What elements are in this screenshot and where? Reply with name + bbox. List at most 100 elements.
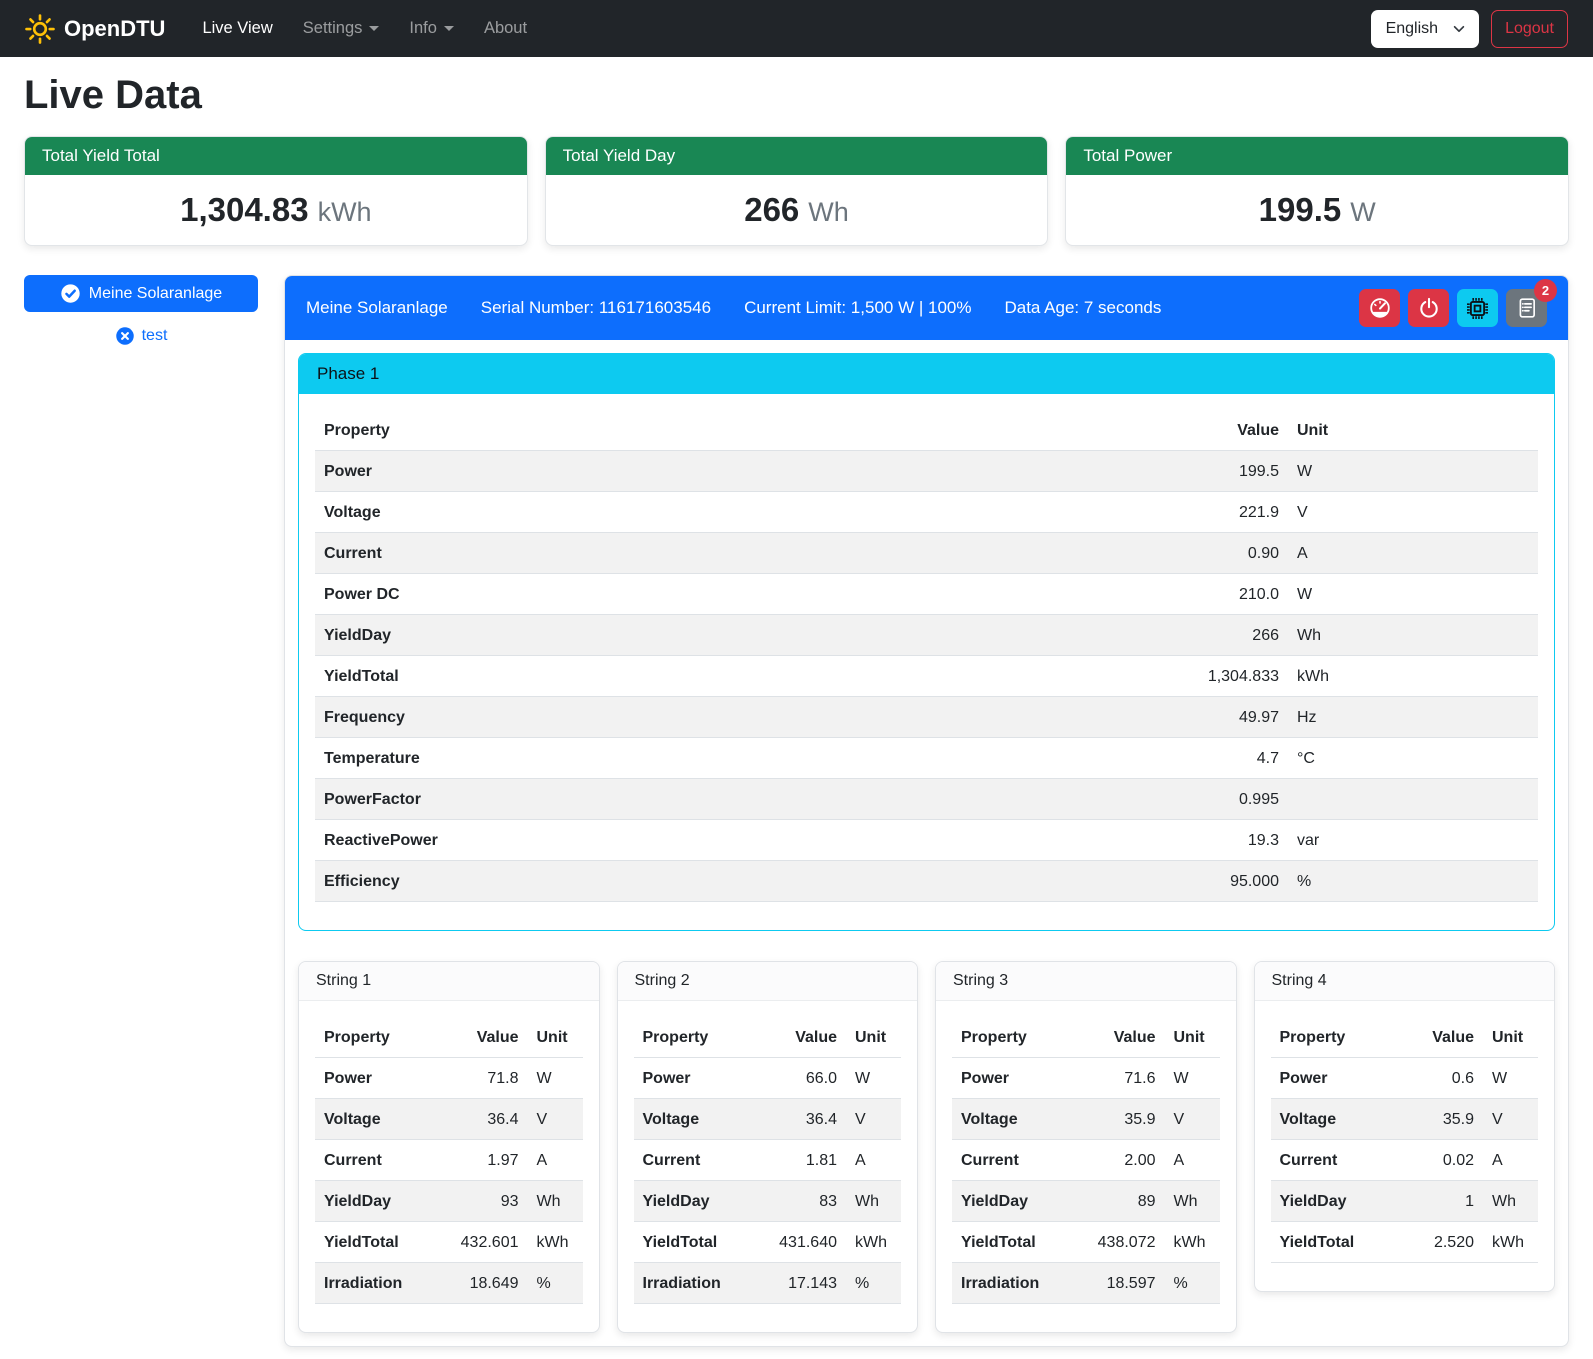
column-header: Property bbox=[315, 410, 1158, 451]
column-header: Property bbox=[1271, 1017, 1382, 1058]
property-cell: YieldDay bbox=[952, 1181, 1063, 1222]
table-row: Irradiation18.649% bbox=[315, 1263, 583, 1304]
navbar: OpenDTU Live View Settings Info About En… bbox=[0, 0, 1593, 57]
value-cell: 36.4 bbox=[426, 1099, 528, 1140]
language-select-value: English bbox=[1386, 20, 1438, 38]
property-cell: Temperature bbox=[315, 738, 1158, 779]
table-row: Current2.00A bbox=[952, 1140, 1220, 1181]
inverter-serial: Serial Number: 116171603546 bbox=[481, 298, 711, 318]
inverter-select-label: Meine Solaranlage bbox=[89, 285, 222, 303]
table-row: YieldTotal2.520kWh bbox=[1271, 1222, 1539, 1263]
nav-item-label: Live View bbox=[202, 19, 272, 38]
value-cell: 199.5 bbox=[1158, 451, 1288, 492]
nav-item-live-view[interactable]: Live View bbox=[187, 11, 287, 46]
inverter-header: Meine Solaranlage Serial Number: 1161716… bbox=[285, 276, 1568, 340]
property-cell: YieldTotal bbox=[952, 1222, 1063, 1263]
check-circle-icon bbox=[60, 283, 81, 304]
main-row: Meine Solaranlage test Meine Solaranlage… bbox=[24, 275, 1569, 1347]
speedometer-icon bbox=[1369, 297, 1391, 319]
column-header: Unit bbox=[1483, 1017, 1538, 1058]
total-yield-day-card: Total Yield Day 266Wh bbox=[545, 136, 1049, 246]
inverter-link-label: test bbox=[142, 327, 168, 345]
string-card: String 4PropertyValueUnitPower0.6WVoltag… bbox=[1254, 961, 1556, 1292]
column-header: Value bbox=[1158, 410, 1288, 451]
property-cell: Power DC bbox=[315, 574, 1158, 615]
string-card: String 3PropertyValueUnitPower71.6WVolta… bbox=[935, 961, 1237, 1333]
property-cell: Current bbox=[315, 1140, 426, 1181]
value-cell: 36.4 bbox=[744, 1099, 846, 1140]
unit-cell: kWh bbox=[528, 1222, 583, 1263]
table-row: YieldTotal1,304.833kWh bbox=[315, 656, 1538, 697]
table-row: YieldDay1Wh bbox=[1271, 1181, 1539, 1222]
power-toggle-button[interactable] bbox=[1408, 289, 1449, 327]
property-cell: YieldDay bbox=[315, 1181, 426, 1222]
property-cell: Power bbox=[952, 1058, 1063, 1099]
value-cell: 1.81 bbox=[744, 1140, 846, 1181]
unit-cell: A bbox=[1288, 533, 1538, 574]
table-row: YieldTotal431.640kWh bbox=[634, 1222, 902, 1263]
value-cell: 1 bbox=[1381, 1181, 1483, 1222]
language-select[interactable]: English bbox=[1371, 10, 1479, 48]
table-row: Power DC210.0W bbox=[315, 574, 1538, 615]
value-cell: 2.520 bbox=[1381, 1222, 1483, 1263]
data-table: PropertyValueUnitPower66.0WVoltage36.4VC… bbox=[634, 1017, 902, 1304]
summary-card-value: 1,304.83 bbox=[180, 191, 308, 228]
unit-cell: kWh bbox=[1165, 1222, 1220, 1263]
property-cell: YieldTotal bbox=[1271, 1222, 1382, 1263]
table-row: YieldTotal432.601kWh bbox=[315, 1222, 583, 1263]
string-card-title: String 1 bbox=[299, 962, 599, 1001]
property-cell: Power bbox=[634, 1058, 745, 1099]
string-card-body: PropertyValueUnitPower71.6WVoltage35.9VC… bbox=[936, 1001, 1236, 1332]
device-info-button[interactable] bbox=[1457, 289, 1498, 327]
summary-card-unit: kWh bbox=[318, 197, 372, 227]
inverter-body: Phase 1 PropertyValueUnitPower199.5WVolt… bbox=[285, 340, 1568, 1346]
logout-button[interactable]: Logout bbox=[1491, 10, 1568, 48]
nav-item-settings[interactable]: Settings bbox=[288, 11, 395, 46]
column-header: Unit bbox=[1165, 1017, 1220, 1058]
event-log-button[interactable]: 2 bbox=[1506, 289, 1547, 327]
string-card-title: String 3 bbox=[936, 962, 1236, 1001]
table-row: Current0.02A bbox=[1271, 1140, 1539, 1181]
property-cell: ReactivePower bbox=[315, 820, 1158, 861]
summary-card-body: 266Wh bbox=[546, 175, 1048, 245]
value-cell: 19.3 bbox=[1158, 820, 1288, 861]
property-cell: YieldDay bbox=[634, 1181, 745, 1222]
value-cell: 71.6 bbox=[1063, 1058, 1165, 1099]
property-cell: Current bbox=[952, 1140, 1063, 1181]
unit-cell: A bbox=[1483, 1140, 1538, 1181]
property-cell: PowerFactor bbox=[315, 779, 1158, 820]
table-row: Voltage35.9V bbox=[1271, 1099, 1539, 1140]
unit-cell: V bbox=[846, 1099, 901, 1140]
inverter-select-button[interactable]: Meine Solaranlage bbox=[24, 275, 258, 312]
property-cell: YieldTotal bbox=[315, 1222, 426, 1263]
limit-settings-button[interactable] bbox=[1359, 289, 1400, 327]
string-card-title: String 4 bbox=[1255, 962, 1555, 1001]
brand[interactable]: OpenDTU bbox=[25, 14, 165, 44]
value-cell: 438.072 bbox=[1063, 1222, 1165, 1263]
phase-panel: Phase 1 PropertyValueUnitPower199.5WVolt… bbox=[298, 353, 1555, 931]
x-circle-icon bbox=[115, 326, 135, 346]
nav-item-about[interactable]: About bbox=[469, 11, 542, 46]
summary-card-body: 199.5W bbox=[1066, 175, 1568, 245]
property-cell: Current bbox=[634, 1140, 745, 1181]
column-header: Unit bbox=[1288, 410, 1538, 451]
property-cell: Power bbox=[1271, 1058, 1382, 1099]
unit-cell: Wh bbox=[846, 1181, 901, 1222]
brand-label: OpenDTU bbox=[64, 16, 165, 42]
table-row: YieldDay89Wh bbox=[952, 1181, 1220, 1222]
string-card: String 1PropertyValueUnitPower71.8WVolta… bbox=[298, 961, 600, 1333]
unit-cell: V bbox=[1165, 1099, 1220, 1140]
column-header: Value bbox=[1063, 1017, 1165, 1058]
inverter-name: Meine Solaranlage bbox=[306, 298, 448, 318]
column-header: Property bbox=[634, 1017, 745, 1058]
unit-cell: kWh bbox=[1288, 656, 1538, 697]
value-cell: 0.995 bbox=[1158, 779, 1288, 820]
property-cell: YieldTotal bbox=[634, 1222, 745, 1263]
inverter-link-test[interactable]: test bbox=[24, 326, 258, 346]
chevron-down-icon bbox=[444, 26, 454, 31]
property-cell: Voltage bbox=[315, 1099, 426, 1140]
page-title: Live Data bbox=[24, 73, 1569, 118]
string-card-body: PropertyValueUnitPower0.6WVoltage35.9VCu… bbox=[1255, 1001, 1555, 1291]
nav-item-info[interactable]: Info bbox=[394, 11, 469, 46]
summary-card-unit: W bbox=[1350, 197, 1375, 227]
